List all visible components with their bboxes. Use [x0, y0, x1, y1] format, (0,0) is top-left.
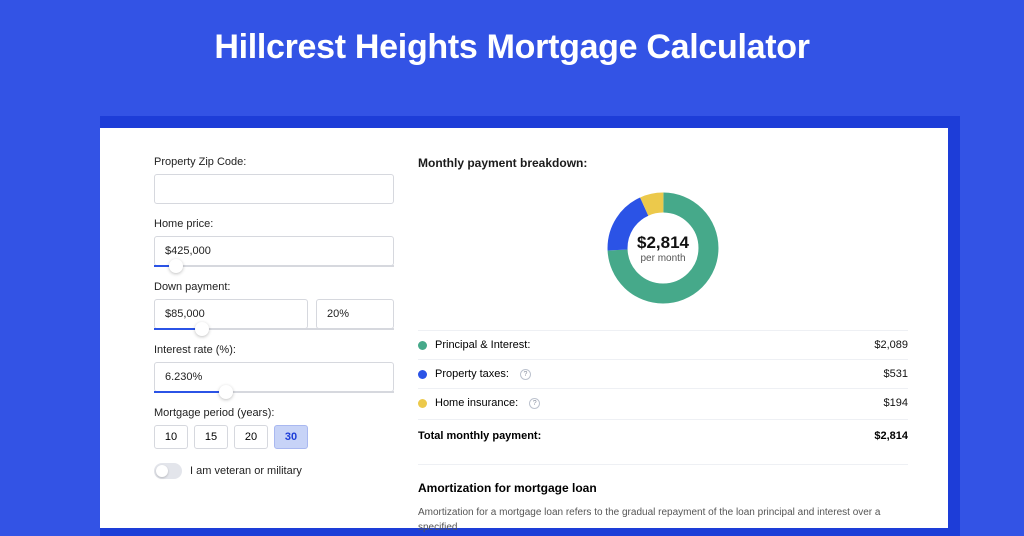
dot-icon: [418, 399, 427, 408]
line-item-taxes: Property taxes: ? $531: [418, 359, 908, 388]
form-column: Property Zip Code: Home price: Down paym…: [154, 156, 394, 528]
line-item-label: Home insurance:: [435, 397, 518, 409]
amortization-body: Amortization for a mortgage loan refers …: [418, 505, 908, 535]
line-item-value: $2,089: [874, 339, 908, 351]
line-item-label: Principal & Interest:: [435, 339, 530, 351]
period-option-20[interactable]: 20: [234, 425, 268, 449]
breakdown-column: Monthly payment breakdown: $2,814 per mo…: [418, 156, 908, 528]
veteran-toggle[interactable]: [154, 463, 182, 479]
veteran-row: I am veteran or military: [154, 463, 394, 479]
home-price-label: Home price:: [154, 218, 394, 230]
field-zip: Property Zip Code:: [154, 156, 394, 204]
field-period: Mortgage period (years): 10 15 20 30: [154, 407, 394, 449]
payment-donut-chart: $2,814 per month: [603, 188, 723, 308]
line-item-value: $531: [884, 368, 908, 380]
interest-rate-input[interactable]: [154, 362, 394, 392]
page-title: Hillcrest Heights Mortgage Calculator: [0, 0, 1024, 91]
donut-wrap: $2,814 per month: [418, 188, 908, 308]
donut-center: $2,814 per month: [603, 188, 723, 308]
toggle-knob: [156, 465, 168, 477]
field-down-payment: Down payment:: [154, 281, 394, 330]
info-icon[interactable]: ?: [529, 398, 540, 409]
amortization-section: Amortization for mortgage loan Amortizat…: [418, 464, 908, 535]
calculator-card: Property Zip Code: Home price: Down paym…: [100, 128, 948, 528]
line-item-insurance: Home insurance: ? $194: [418, 388, 908, 417]
interest-rate-label: Interest rate (%):: [154, 344, 394, 356]
period-label: Mortgage period (years):: [154, 407, 394, 419]
down-payment-label: Down payment:: [154, 281, 394, 293]
home-price-slider[interactable]: [154, 265, 394, 267]
down-payment-slider[interactable]: [154, 328, 394, 330]
donut-sub: per month: [640, 253, 685, 264]
info-icon[interactable]: ?: [520, 369, 531, 380]
down-payment-pct-input[interactable]: [316, 299, 394, 329]
total-row: Total monthly payment: $2,814: [418, 419, 908, 452]
field-interest-rate: Interest rate (%):: [154, 344, 394, 393]
down-payment-input[interactable]: [154, 299, 308, 329]
line-item-value: $194: [884, 397, 908, 409]
zip-input[interactable]: [154, 174, 394, 204]
dot-icon: [418, 370, 427, 379]
period-option-30[interactable]: 30: [274, 425, 308, 449]
veteran-label: I am veteran or military: [190, 465, 302, 477]
interest-rate-slider[interactable]: [154, 391, 394, 393]
total-value: $2,814: [874, 430, 908, 442]
line-item-label: Property taxes:: [435, 368, 509, 380]
donut-amount: $2,814: [637, 233, 689, 253]
slider-thumb[interactable]: [219, 385, 233, 399]
field-home-price: Home price:: [154, 218, 394, 267]
slider-thumb[interactable]: [195, 322, 209, 336]
breakdown-title: Monthly payment breakdown:: [418, 156, 908, 170]
total-label: Total monthly payment:: [418, 430, 541, 442]
period-option-15[interactable]: 15: [194, 425, 228, 449]
period-option-10[interactable]: 10: [154, 425, 188, 449]
amortization-title: Amortization for mortgage loan: [418, 481, 908, 495]
slider-thumb[interactable]: [169, 259, 183, 273]
dot-icon: [418, 341, 427, 350]
line-item-principal: Principal & Interest: $2,089: [418, 330, 908, 359]
home-price-input[interactable]: [154, 236, 394, 266]
zip-label: Property Zip Code:: [154, 156, 394, 168]
